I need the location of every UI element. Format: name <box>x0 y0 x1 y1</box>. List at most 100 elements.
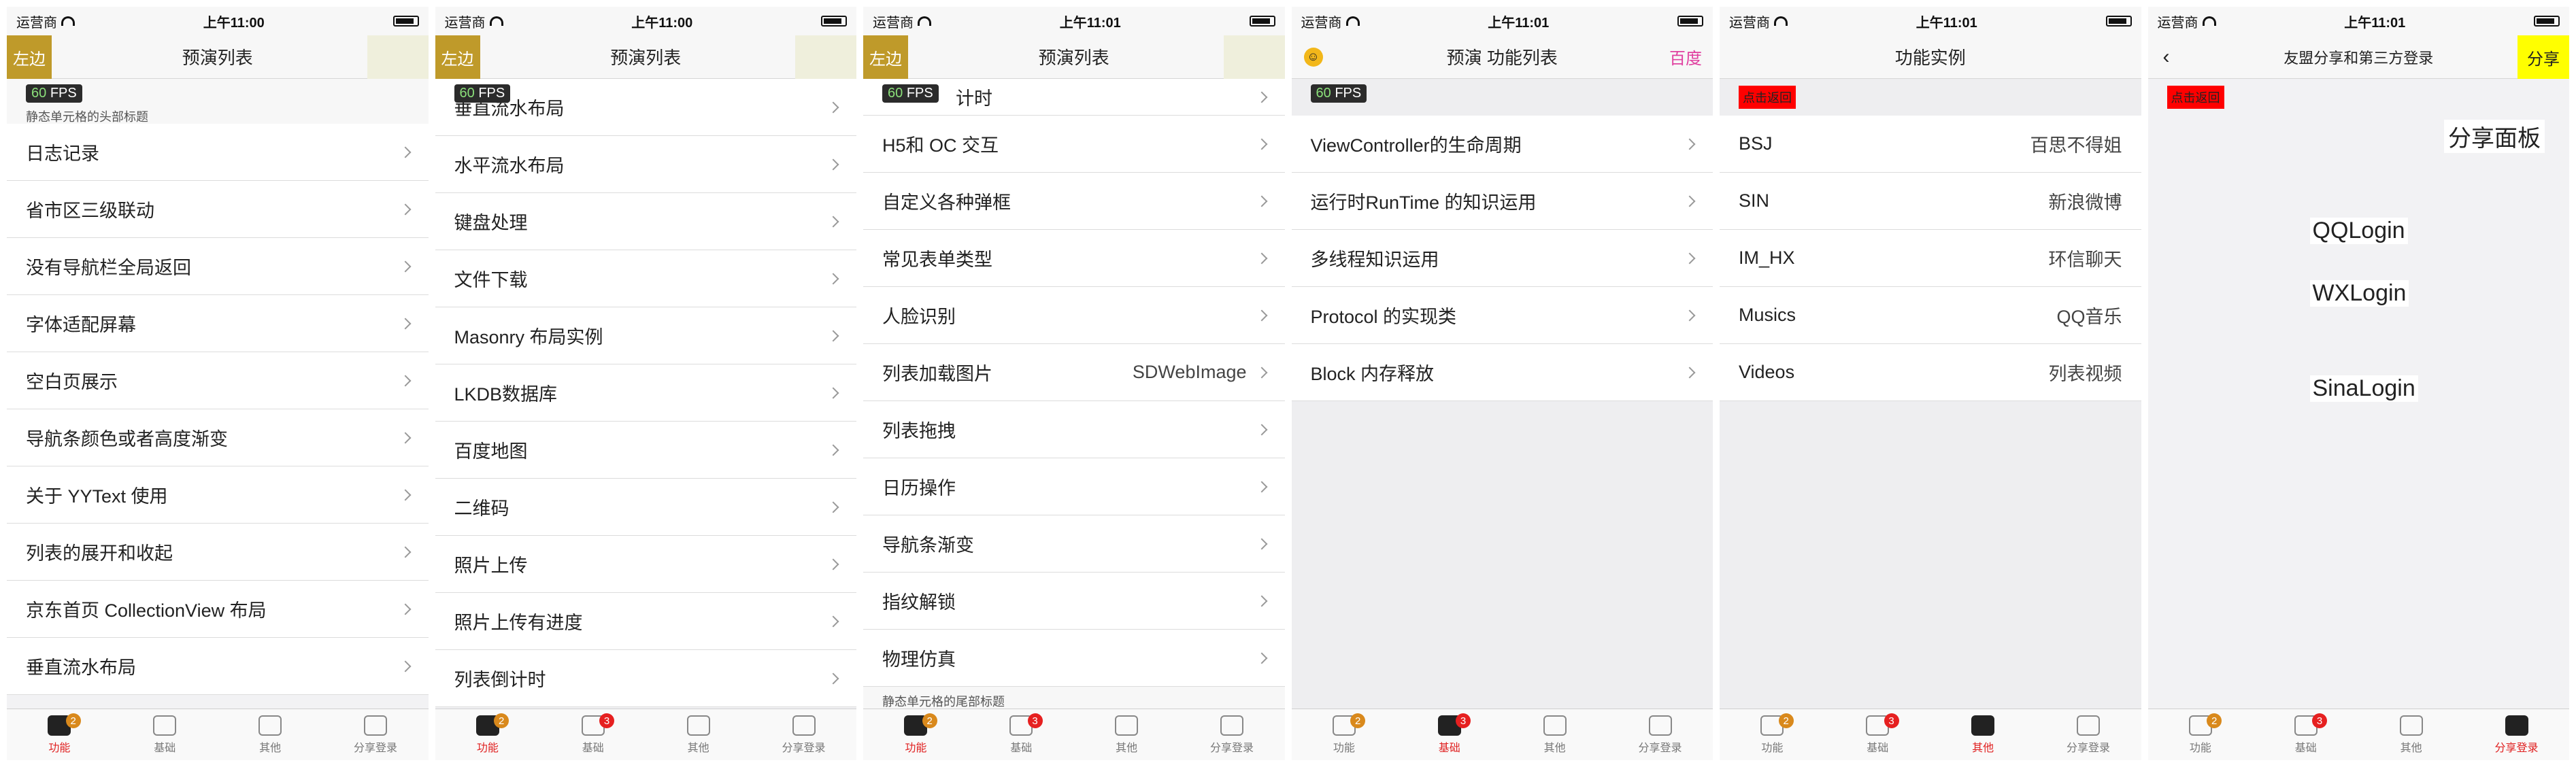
navigation-bar: ☺ 预演 功能列表 百度 <box>1291 35 1713 79</box>
tab-share-login[interactable]: 分享登录 <box>751 709 856 760</box>
list-item[interactable]: H5和 OC 交互 <box>863 116 1285 173</box>
navigation-bar: 左边 预演列表 <box>863 35 1285 79</box>
list-item[interactable]: 列表的展开和收起 <box>7 524 429 581</box>
share-button[interactable]: 分享 <box>2518 35 2569 79</box>
list-item[interactable]: ViewController的生命周期 <box>1291 116 1713 173</box>
tab-function[interactable]: 功能 2 <box>7 709 112 760</box>
clock-icon <box>258 715 282 736</box>
inbox-icon <box>364 715 388 736</box>
list-item[interactable]: Musics QQ音乐 <box>1720 287 2141 344</box>
list-content[interactable]: 60 FPS 垂直流水布局 水平流水布局 键盘处理 文件下载 Masonry 布… <box>435 79 856 709</box>
list-content[interactable]: 60 FPS 静态单元格的头部标题 日志记录 省市区三级联动 没有导航栏全局返回… <box>7 79 429 709</box>
tab-basic[interactable]: 基础 3 <box>2253 709 2358 760</box>
list-item[interactable]: Protocol 的实现类 <box>1291 287 1713 344</box>
list-item[interactable]: 列表加载图片 SDWebImage <box>863 344 1285 401</box>
chevron-right-icon <box>1256 652 1267 664</box>
badge: 3 <box>1456 713 1471 728</box>
back-button[interactable]: 点击返回 <box>2167 86 2224 109</box>
list-item[interactable]: 空白页展示 <box>7 352 429 409</box>
navigation-bar: 左边 预演列表 <box>435 35 856 79</box>
left-nav-button[interactable]: 左边 <box>435 35 480 79</box>
list-item[interactable]: 导航条渐变 <box>863 515 1285 573</box>
list-item[interactable]: 垂直流水布局 <box>7 638 429 695</box>
tab-share-login[interactable]: 分享登录 <box>323 709 429 760</box>
back-button[interactable]: 点击返回 <box>1739 86 1796 109</box>
tab-basic[interactable]: 基础 3 <box>1396 709 1502 760</box>
list-item[interactable]: 人脸识别 <box>863 287 1285 344</box>
nav-title: 预演列表 <box>1038 48 1109 68</box>
list-item[interactable]: 常见表单类型 <box>863 230 1285 287</box>
fps-badge: 60 FPS <box>454 84 511 103</box>
left-nav-button[interactable]: 左边 <box>863 35 908 79</box>
list-item[interactable]: SIN 新浪微博 <box>1720 173 2141 230</box>
list-item[interactable]: 关于 YYText 使用 <box>7 466 429 524</box>
list-item[interactable]: 运行时RunTime 的知识运用 <box>1291 173 1713 230</box>
chevron-right-icon <box>399 203 411 215</box>
tab-other[interactable]: 其他 <box>1074 709 1180 760</box>
list-item[interactable]: 照片上传 <box>435 536 856 593</box>
list-item[interactable]: 日志记录 <box>7 124 429 181</box>
phone-screen-2: 运营商 上午11:00 左边 预演列表 60 FPS 垂直流水布局 水平流水布局… <box>435 7 856 760</box>
list-item[interactable]: 省市区三级联动 <box>7 181 429 238</box>
list-item[interactable]: BSJ 百思不得姐 <box>1720 116 2141 173</box>
list-item[interactable]: 二维码 <box>435 479 856 536</box>
baidu-link[interactable]: 百度 <box>1669 45 1702 69</box>
list-content[interactable]: 点击返回 BSJ 百思不得姐 SIN 新浪微博 IM_HX 环信聊天 Musics QQ… <box>1720 79 2141 709</box>
left-nav-button[interactable]: 左边 <box>7 35 52 79</box>
tab-function[interactable]: 功能 2 <box>1292 709 1397 760</box>
list-item[interactable]: 指纹解锁 <box>863 573 1285 630</box>
tab-share-login[interactable]: 分享登录 <box>2464 709 2569 760</box>
tab-other[interactable]: 其他 <box>2358 709 2464 760</box>
list-item[interactable]: 百度地图 <box>435 422 856 479</box>
list-item[interactable]: 导航条颜色或者高度渐变 <box>7 409 429 466</box>
right-nav-button[interactable] <box>795 35 856 79</box>
tab-basic[interactable]: 基础 3 <box>1825 709 1930 760</box>
tab-other[interactable]: 其他 <box>1502 709 1607 760</box>
tab-basic[interactable]: 基础 <box>112 709 218 760</box>
tab-basic[interactable]: 基础 3 <box>969 709 1074 760</box>
list-item[interactable]: 自定义各种弹框 <box>863 173 1285 230</box>
list-item[interactable]: 键盘处理 <box>435 193 856 250</box>
list-item[interactable]: 文件下载 <box>435 250 856 307</box>
tab-other[interactable]: 其他 <box>646 709 751 760</box>
list-item[interactable]: LKDB数据库 <box>435 364 856 422</box>
list-content[interactable]: 60 FPS ViewController的生命周期 运行时RunTime 的知… <box>1291 79 1713 709</box>
clock-icon <box>2399 715 2423 736</box>
emoji-icon[interactable]: ☺ <box>1303 47 1323 67</box>
list-item[interactable]: 物理仿真 <box>863 630 1285 687</box>
list-item[interactable]: IM_HX 环信聊天 <box>1720 230 2141 287</box>
chevron-right-icon <box>1256 595 1267 607</box>
qq-login-button[interactable]: QQLogin <box>2309 218 2408 244</box>
list-item[interactable]: Block 内存释放 <box>1291 344 1713 401</box>
tab-share-login[interactable]: 分享登录 <box>1180 709 1285 760</box>
chevron-right-icon <box>399 260 411 272</box>
list-item[interactable]: 照片上传有进度 <box>435 593 856 650</box>
tab-other[interactable]: 其他 <box>218 709 323 760</box>
list-item[interactable]: 京东首页 CollectionView 布局 <box>7 581 429 638</box>
list-item[interactable]: 列表倒计时 <box>435 650 856 707</box>
right-nav-button[interactable] <box>1223 35 1285 79</box>
tab-share-login[interactable]: 分享登录 <box>1607 709 1713 760</box>
right-nav-button[interactable] <box>367 35 429 79</box>
tab-function[interactable]: 功能 2 <box>2148 709 2254 760</box>
list-item[interactable]: Masonry 布局实例 <box>435 307 856 364</box>
tab-basic[interactable]: 基础 3 <box>540 709 646 760</box>
list-item[interactable]: 字体适配屏幕 <box>7 295 429 352</box>
tab-function[interactable]: 功能 2 <box>1720 709 1825 760</box>
list-item[interactable]: 没有导航栏全局返回 <box>7 238 429 295</box>
list-item[interactable]: 多线程知识运用 <box>1291 230 1713 287</box>
list-item[interactable]: Videos 列表视频 <box>1720 344 2141 401</box>
list-item[interactable]: 日历操作 <box>863 458 1285 515</box>
list-item[interactable]: 水平流水布局 <box>435 136 856 193</box>
chevron-right-icon <box>399 432 411 443</box>
sina-login-button[interactable]: SinaLogin <box>2309 375 2418 402</box>
list-content[interactable]: 60 FPS 计时 H5和 OC 交互 自定义各种弹框 常见表单类型 人脸识别 … <box>863 79 1285 709</box>
share-panel-button[interactable]: 分享面板 <box>2444 120 2545 153</box>
tab-other[interactable]: 其他 <box>1930 709 2036 760</box>
back-chevron-icon[interactable]: ‹ <box>2163 46 2170 69</box>
tab-function[interactable]: 功能 2 <box>863 709 969 760</box>
tab-share-login[interactable]: 分享登录 <box>2036 709 2141 760</box>
list-item[interactable]: 列表拖拽 <box>863 401 1285 458</box>
tab-function[interactable]: 功能 2 <box>435 709 541 760</box>
wx-login-button[interactable]: WXLogin <box>2309 280 2409 307</box>
